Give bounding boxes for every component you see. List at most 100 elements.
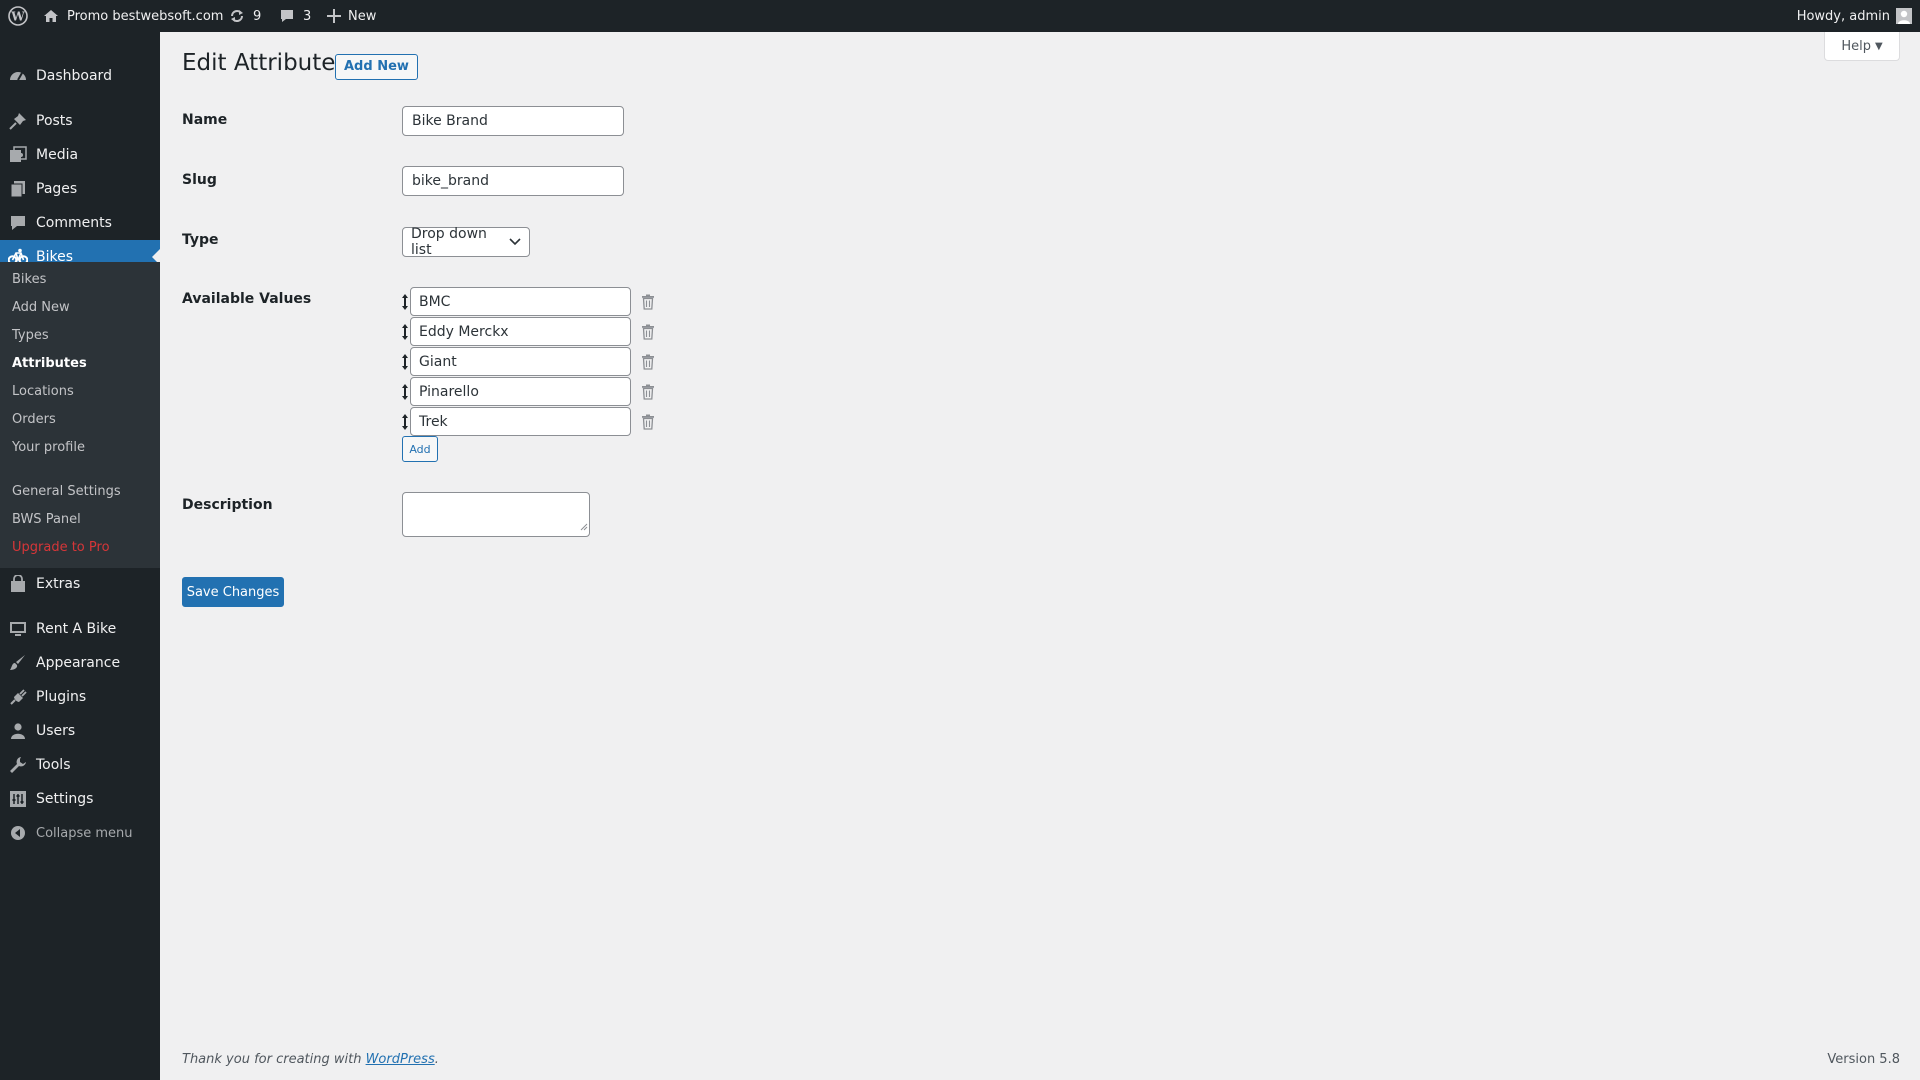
trash-icon[interactable] [641,294,655,310]
footer-thanks-prefix: Thank you for creating with [182,1052,366,1067]
value-input[interactable]: Giant [410,347,631,376]
my-account-link[interactable]: Howdy, admin [1797,0,1912,32]
slug-input-value: bike_brand [412,173,489,189]
description-textarea[interactable] [402,492,590,537]
name-label: Name [182,112,228,128]
trash-icon[interactable] [641,414,655,430]
footer-version: Version 5.8 [1827,1052,1900,1067]
plug-icon [8,688,28,706]
menu-label: Posts [36,113,73,129]
home-icon [43,8,59,24]
collapse-menu-button[interactable]: Collapse menu [0,816,160,850]
menu-label: Collapse menu [36,825,133,841]
value-input-text: Giant [419,353,457,370]
value-input-text: Eddy Merckx [419,323,509,340]
submenu-bws-panel[interactable]: BWS Panel [12,512,81,527]
trash-icon[interactable] [641,354,655,370]
menu-label: Comments [36,215,112,231]
slug-input[interactable]: bike_brand [402,166,624,196]
page-title: Edit Attribute [182,50,336,76]
wrench-icon [8,756,28,774]
name-input[interactable]: Bike Brand [402,106,624,136]
add-value-button[interactable]: Add [402,436,438,462]
menu-settings[interactable]: Settings [0,782,160,816]
trash-icon[interactable] [641,324,655,340]
monitor-icon [8,620,28,638]
type-select[interactable]: Drop down list [402,226,530,258]
menu-label: Users [36,723,76,739]
submenu-orders[interactable]: Orders [12,412,56,427]
updates-icon [229,8,245,24]
brush-icon [8,654,28,672]
save-changes-button[interactable]: Save Changes [182,577,284,607]
site-name: Promo bestwebsoft.com [67,8,224,24]
drag-handle-icon[interactable] [401,353,409,371]
value-row: Eddy Merckx [401,317,661,347]
value-input[interactable]: Trek [410,407,631,436]
value-input-text: BMC [419,293,451,310]
submenu-attributes[interactable]: Attributes [12,356,87,371]
value-input[interactable]: Pinarello [410,377,631,406]
submenu-upgrade-to-pro[interactable]: Upgrade to Pro [12,540,110,555]
description-label: Description [182,497,273,513]
menu-label: Media [36,147,79,163]
menu-comments[interactable]: Comments [0,206,160,240]
new-content-link[interactable]: New [327,0,376,32]
plus-icon [327,9,341,23]
media-icon [8,146,28,164]
comment-bubble-icon [279,8,295,24]
wordpress-logo-icon[interactable]: W [8,0,28,32]
main-content: Help ▼ Edit Attribute Add New Name Bike … [160,32,1920,1080]
user-icon [8,722,28,740]
comments-link[interactable]: 3 [279,0,311,32]
drag-handle-icon[interactable] [401,383,409,401]
name-input-value: Bike Brand [412,113,488,129]
value-input[interactable]: Eddy Merckx [410,317,631,346]
type-select-value: Drop down list [411,226,487,258]
available-values-label: Available Values [182,291,312,307]
trash-icon[interactable] [641,384,655,400]
site-name-link[interactable]: Promo bestwebsoft.com [43,0,223,32]
avatar [1896,8,1912,24]
submenu-your-profile[interactable]: Your profile [12,440,85,455]
value-input-text: Pinarello [419,383,479,400]
menu-posts[interactable]: Posts [0,104,160,138]
footer-thanks: Thank you for creating with WordPress. [182,1052,439,1067]
menu-media[interactable]: Media [0,138,160,172]
menu-label: Rent A Bike [36,621,117,637]
menu-appearance[interactable]: Appearance [0,646,160,680]
submenu-general-settings[interactable]: General Settings [12,484,121,499]
updates-count: 9 [253,8,262,24]
menu-plugins[interactable]: Plugins [0,680,160,714]
updates-link[interactable]: 9 [229,0,261,32]
settings-icon [8,790,28,808]
menu-rent-a-bike[interactable]: Rent A Bike [0,612,160,646]
menu-label: Plugins [36,689,87,705]
menu-label: Appearance [36,655,121,671]
value-row: Trek [401,407,661,437]
help-label: Help [1841,38,1871,54]
menu-extras[interactable]: Extras [0,567,160,601]
admin-bar: W Promo bestwebsoft.com 9 3 New Howdy, a… [0,0,1920,32]
menu-tools[interactable]: Tools [0,748,160,782]
submenu-types[interactable]: Types [12,328,49,343]
menu-users[interactable]: Users [0,714,160,748]
drag-handle-icon[interactable] [401,293,409,311]
help-tab-button[interactable]: Help ▼ [1824,32,1900,61]
menu-label: Settings [36,791,94,807]
submenu-bikes[interactable]: Bikes [12,272,46,287]
drag-handle-icon[interactable] [401,323,409,341]
resize-handle-icon[interactable] [580,516,588,535]
add-new-button[interactable]: Add New [335,54,418,80]
menu-label: Extras [36,576,81,592]
menu-dashboard[interactable]: Dashboard [0,59,160,93]
bag-icon [8,575,28,593]
value-input[interactable]: BMC [410,287,631,316]
wordpress-link[interactable]: WordPress [366,1052,435,1067]
submenu-add-new[interactable]: Add New [12,300,70,315]
new-label: New [348,8,377,24]
submenu-locations[interactable]: Locations [12,384,74,399]
admin-sidebar: Dashboard Posts Media Pages Comments Bik… [0,32,160,1080]
menu-pages[interactable]: Pages [0,172,160,206]
drag-handle-icon[interactable] [401,413,409,431]
